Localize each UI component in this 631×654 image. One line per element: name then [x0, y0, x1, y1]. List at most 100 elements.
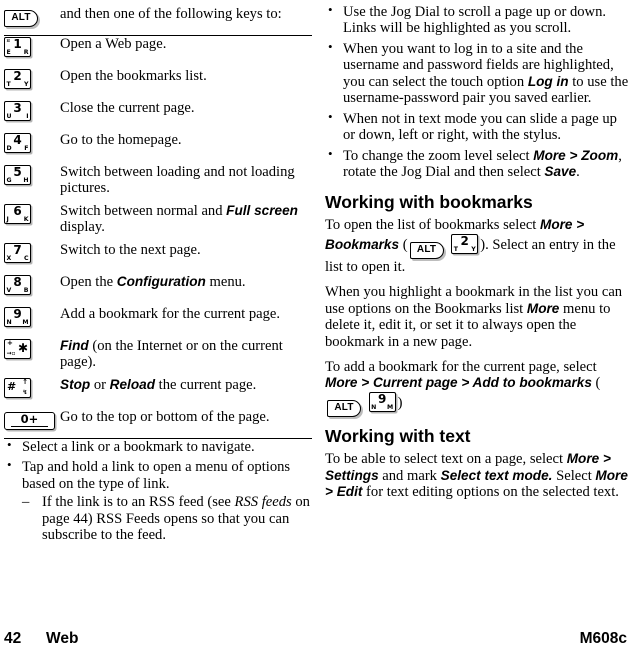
key-zero-bar [11, 425, 48, 428]
key-right-letter: R [23, 49, 29, 56]
list-item-text: Select a link or a bookmark to navigate. [22, 438, 255, 455]
key-star-top-glyph: + [7, 338, 13, 347]
key-left-letter: T [6, 81, 11, 88]
sub-list: If the link is to an RSS feed (see RSS f… [22, 494, 314, 543]
right-column: Use the Jog Dial to scroll a page up or … [325, 3, 629, 510]
list-item: To change the zoom level select More > Z… [325, 147, 629, 181]
paragraph: To add a bookmark for the current page, … [325, 359, 629, 417]
key-cell: 5GH [4, 164, 60, 203]
table-row: ✱ + →▫ Find (on the Internet or on the curr… [4, 338, 312, 377]
key-wrap: ✱ + →▫ [4, 338, 60, 364]
key-left-letter: X [6, 254, 12, 262]
left-bullet-list: Select a link or a bookmark to navigate.… [4, 438, 314, 544]
footer-section-name: Web [46, 630, 79, 647]
key-2: 2TY [4, 69, 31, 89]
key-hash-bottom-glyph: ↯ [22, 389, 28, 397]
paragraph: To open the list of bookmarks select Mor… [325, 217, 616, 275]
key-star-glyph: ✱ [17, 340, 28, 355]
key-cell: 4DF [4, 132, 60, 164]
key-cell: 6JK [4, 203, 60, 242]
key-wrap: 3UI [4, 100, 60, 126]
manual-page: ALT and then one of the following keys t… [0, 0, 631, 654]
shortcut-description: Open the bookmarks list. [60, 68, 207, 84]
key-left-letter: D [6, 145, 12, 152]
key-3: 3UI [4, 101, 31, 121]
key-4: 4DF [4, 133, 31, 153]
key-wrap: 9NM [4, 306, 60, 332]
key-zero-label: 0+ [20, 411, 39, 426]
key-left-letter: E [6, 49, 11, 56]
key-wrap: 6JK [4, 203, 60, 229]
key-left-letter: G [6, 177, 12, 184]
shortcut-description: Go to the top or bottom of the page. [60, 408, 312, 439]
list-item: Select a link or a bookmark to navigate. [4, 438, 314, 455]
left-column: ALT and then one of the following keys t… [4, 6, 314, 548]
table-row: 0+ Go to the top or bottom of the page. [4, 408, 312, 439]
key-cell: 0+ [4, 408, 60, 439]
table-row: 8 V B Open the Configuration menu. [4, 274, 312, 306]
list-item: When you want to log in to a site and th… [325, 40, 629, 107]
key-cell: 9NM [4, 306, 60, 338]
keyboard-shortcut-table: ALT and then one of the following keys t… [4, 6, 312, 439]
key-hash: # ↑ ↯ [4, 377, 31, 398]
key-cell: 2TY [4, 68, 60, 100]
table-row: 9 N M Add a bookmark for the current page. [4, 306, 312, 338]
key-left-letter: V [6, 286, 12, 294]
key-wrap: 5GH [4, 164, 60, 190]
right-sections: Working with bookmarks To open the list o… [325, 192, 629, 501]
sub-list-item: If the link is to an RSS feed (see RSS f… [22, 494, 314, 543]
key-wrap: 0+ [4, 409, 60, 430]
key-7: 7XC [4, 242, 31, 263]
key-left-letter: U [6, 113, 12, 120]
key-wrap: 7XC [4, 242, 60, 268]
key-left-letter: J [6, 215, 9, 223]
key-right-letter: K [23, 215, 29, 223]
table-row: ¤ 1 E R Open a Web page. [4, 36, 312, 69]
list-item: When not in text mode you can slide a pa… [325, 110, 629, 144]
shortcut-description: Open the Configuration menu. [60, 273, 246, 290]
description-intro: and then one of the following keys to: [60, 6, 312, 36]
table-row: 4 D F Go to the homepage. [4, 132, 312, 164]
key-wrap: 8VB [4, 274, 60, 300]
key-cell: 3UI [4, 100, 60, 132]
key-left-letter: N [6, 318, 12, 326]
key-6: 6JK [4, 203, 31, 224]
shortcut-description: Stop or Reload the current page. [60, 376, 257, 393]
key-right-letter: B [23, 286, 29, 294]
footer-page-number: 42 [4, 630, 22, 647]
right-bullet-list: Use the Jog Dial to scroll a page up or … [325, 3, 629, 181]
key-cell: # ↑ ↯ [4, 377, 60, 409]
key-wrap: ¤ 1 E R [4, 36, 60, 62]
key-cell: 7XC [4, 242, 60, 274]
list-item-text: When you want to log in to a site and th… [343, 40, 629, 107]
page-footer: 42 Web M608c [0, 624, 631, 650]
key-alt-inline: ALT [327, 399, 361, 417]
paragraph: When you highlight a bookmark in the lis… [325, 284, 623, 350]
key-wrap: 4DF [4, 132, 60, 158]
shortcut-description: Close the current page. [60, 100, 195, 116]
table-row: 6 J K Switch between normal and Full screen… [4, 203, 312, 242]
table-row: 5 G H Switch between loading and not loadin… [4, 164, 312, 203]
key-star-bottom-glyph: →▫ [6, 350, 16, 358]
key-9-inline: 9NM [368, 391, 396, 412]
key-alt-wrap: ALT [4, 6, 60, 27]
list-item-text: When not in text mode you can slide a pa… [343, 110, 617, 144]
key-zero: 0+ [4, 411, 55, 430]
table-row: 3 U I Close the current page. [4, 100, 312, 132]
key-right-letter: I [26, 113, 29, 120]
table-row-intro: ALT and then one of the following keys t… [4, 6, 312, 36]
list-item: Use the Jog Dial to scroll a page up or … [325, 3, 629, 37]
key-9: 9NM [4, 306, 31, 327]
table-row: 7 X C Switch to the next page. [4, 242, 312, 274]
key-right-letter: C [23, 254, 29, 262]
shortcut-description: Find (on the Internet or on the current … [60, 337, 283, 371]
key-right-letter: F [24, 145, 29, 152]
table-row: # ↑ ↯ Stop or Reload the current page. [4, 377, 312, 409]
key-cell: 8VB [4, 274, 60, 306]
key-cell: ✱ + →▫ [4, 338, 60, 377]
key-2-inline: 2TY [451, 233, 479, 254]
section-heading: Working with text [325, 425, 471, 446]
paragraph: To be able to select text on a page, sel… [325, 451, 628, 501]
key-alt-inline: ALT [409, 241, 444, 259]
list-item-text: To change the zoom level select More > Z… [343, 147, 622, 181]
